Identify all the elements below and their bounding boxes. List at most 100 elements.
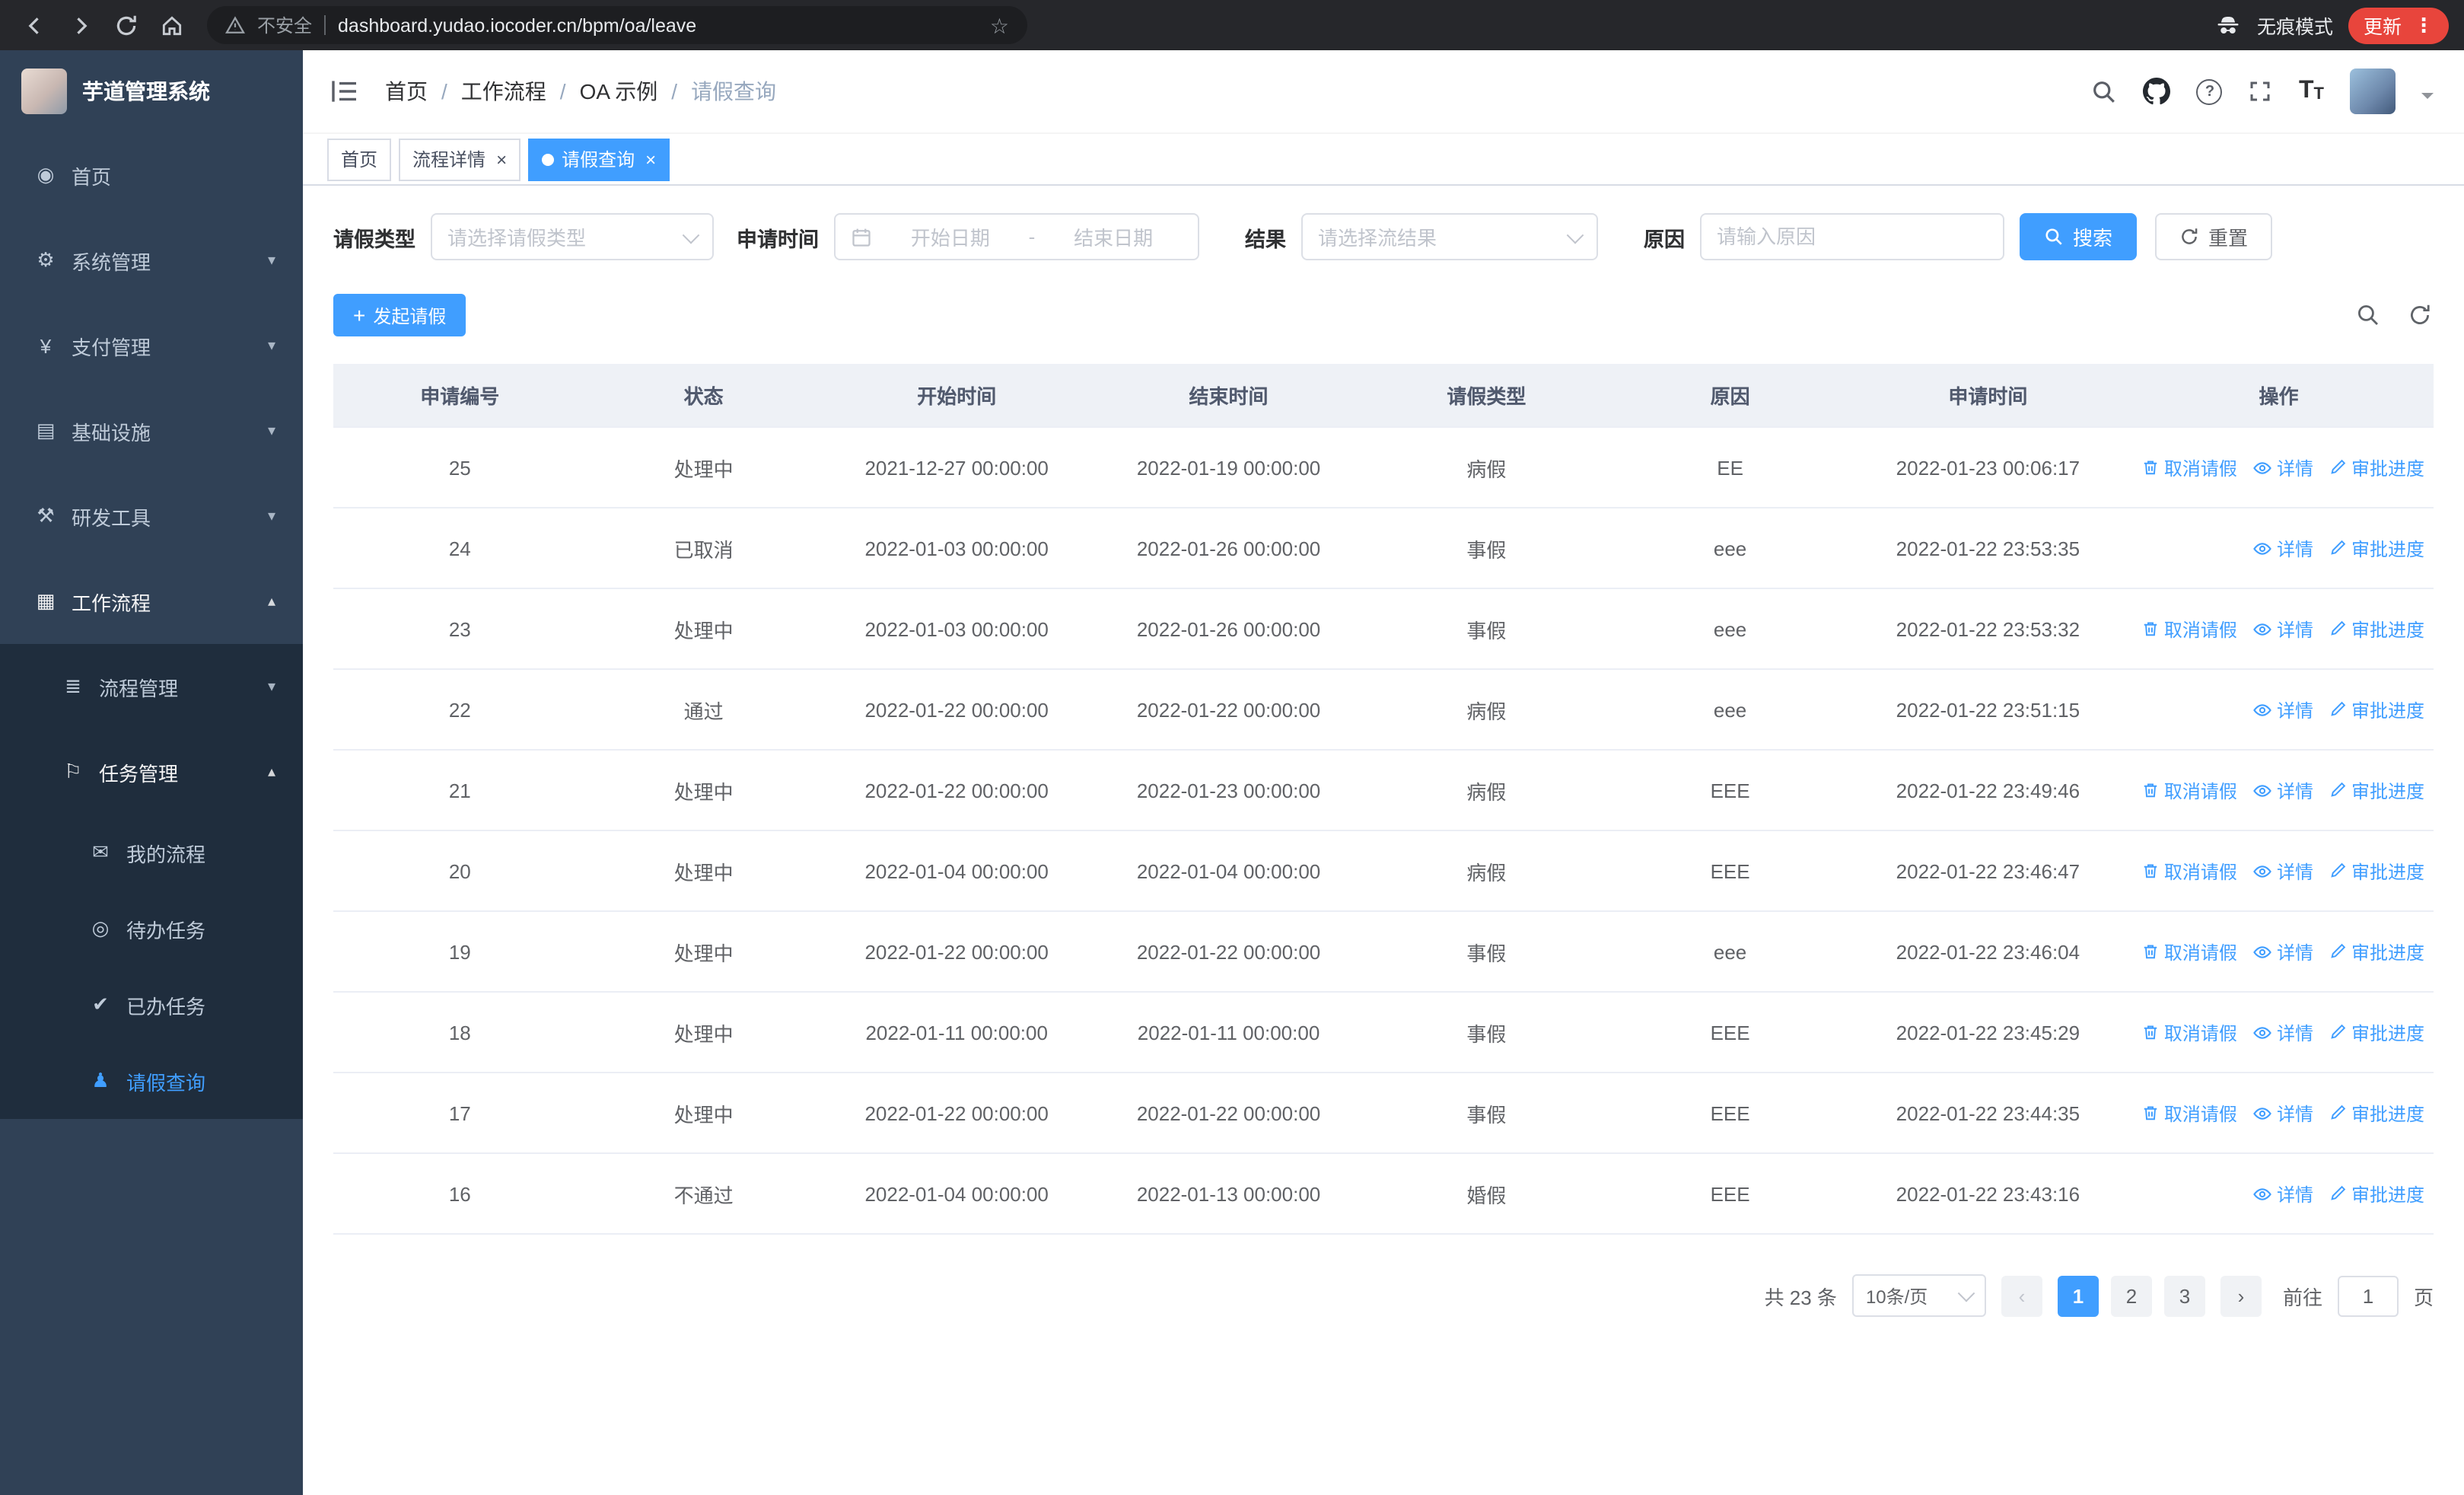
help-icon[interactable]: ?	[2196, 78, 2223, 104]
detail-link[interactable]: 详情	[2252, 616, 2313, 642]
cell-reason: EEE	[1608, 1073, 1852, 1154]
menu-item[interactable]: ◉ 首页	[0, 132, 303, 218]
collapse-sidebar-button[interactable]	[327, 75, 361, 108]
menu-item[interactable]: ▦ 工作流程 ▴	[0, 559, 303, 644]
progress-link[interactable]: 审批进度	[2329, 939, 2424, 964]
tab-close-icon[interactable]: ×	[496, 150, 507, 168]
menu-label: 基础设施	[72, 421, 151, 444]
menu-item[interactable]: ♟ 请假查询	[0, 1043, 303, 1119]
breadcrumb-item[interactable]: 请假查询 /	[691, 76, 776, 107]
progress-link[interactable]: 审批进度	[2329, 696, 2424, 722]
update-label: 更新	[2363, 17, 2402, 38]
progress-link[interactable]: 审批进度	[2329, 1019, 2424, 1045]
reload-button[interactable]	[107, 5, 146, 45]
breadcrumb-separator: /	[441, 79, 447, 104]
breadcrumb-separator: /	[559, 79, 566, 104]
cancel-leave-link[interactable]: 取消请假	[2141, 616, 2237, 642]
tab[interactable]: 请假查询 ×	[528, 138, 670, 180]
menu-item[interactable]: ◎ 待办任务	[0, 891, 303, 967]
page-button[interactable]: 3	[2163, 1275, 2205, 1316]
forward-button[interactable]	[61, 5, 100, 45]
detail-link[interactable]: 详情	[2252, 1181, 2313, 1207]
cell-leave-type: 病假	[1364, 830, 1609, 912]
prev-page-button[interactable]: ‹	[2001, 1275, 2042, 1316]
cancel-leave-link[interactable]: 取消请假	[2141, 858, 2237, 884]
cancel-leave-link[interactable]: 取消请假	[2141, 1100, 2237, 1126]
toggle-search-icon[interactable]	[2354, 301, 2382, 329]
menu-item[interactable]: ▤ 基础设施 ▾	[0, 388, 303, 473]
detail-link[interactable]: 详情	[2252, 696, 2313, 722]
bookmark-star-icon[interactable]: ☆	[990, 14, 1009, 36]
progress-link[interactable]: 审批进度	[2329, 1100, 2424, 1126]
goto-page-input[interactable]	[2337, 1275, 2399, 1316]
tab[interactable]: 流程详情 ×	[399, 138, 521, 180]
tab[interactable]: 首页	[327, 138, 392, 180]
progress-link[interactable]: 审批进度	[2329, 616, 2424, 642]
progress-link[interactable]: 审批进度	[2329, 535, 2424, 561]
avatar[interactable]	[2350, 69, 2396, 114]
reset-button[interactable]: 重置	[2155, 213, 2273, 260]
cell-reason: eee	[1608, 588, 1852, 670]
cell-apply-time: 2022-01-22 23:45:29	[1851, 992, 2125, 1073]
detail-link[interactable]: 详情	[2252, 858, 2313, 884]
menu-item[interactable]: ⚐ 任务管理 ▴	[0, 729, 303, 814]
result-select[interactable]: 请选择流结果	[1301, 213, 1598, 260]
table-row: 17 处理中 2022-01-22 00:00:00 2022-01-22 00…	[333, 1073, 2434, 1154]
menu-label: 已办任务	[126, 995, 206, 1018]
detail-link[interactable]: 详情	[2252, 777, 2313, 803]
home-button[interactable]	[152, 5, 192, 45]
trash-icon	[2144, 945, 2157, 959]
detail-link[interactable]: 详情	[2252, 939, 2313, 964]
refresh-table-icon[interactable]	[2406, 301, 2434, 329]
detail-link[interactable]: 详情	[2252, 1100, 2313, 1126]
column-header-end-time: 结束时间	[1092, 364, 1365, 428]
update-menu-button[interactable]: 更新 ⋮	[2348, 7, 2449, 43]
cell-end-time: 2022-01-11 00:00:00	[1092, 992, 1365, 1073]
next-page-button[interactable]: ›	[2220, 1275, 2262, 1316]
page-button[interactable]: 1	[2057, 1275, 2099, 1316]
menu-item[interactable]: ≣ 流程管理 ▾	[0, 644, 303, 729]
cancel-leave-link[interactable]: 取消请假	[2141, 939, 2237, 964]
create-leave-button[interactable]: + 发起请假	[333, 294, 466, 336]
progress-link[interactable]: 审批进度	[2329, 858, 2424, 884]
cell-start-time: 2022-01-22 00:00:00	[820, 669, 1093, 751]
breadcrumb-item[interactable]: OA 示例 /	[580, 76, 692, 107]
menu-label: 流程管理	[99, 677, 179, 700]
address-bar[interactable]: 不安全 dashboard.yudao.iocoder.cn/bpm/oa/le…	[207, 6, 1027, 44]
progress-link[interactable]: 审批进度	[2329, 1181, 2424, 1207]
detail-link[interactable]: 详情	[2252, 454, 2313, 480]
search-icon[interactable]	[2092, 78, 2118, 104]
breadcrumb-item[interactable]: 首页 /	[385, 76, 461, 107]
back-icon	[28, 17, 39, 33]
menu-icon: ⚐	[64, 760, 82, 783]
leave-type-select[interactable]: 请选择请假类型	[431, 213, 714, 260]
search-button[interactable]: 搜索	[2020, 213, 2138, 260]
cell-apply-id: 20	[333, 830, 587, 912]
avatar-caret-icon[interactable]	[2421, 93, 2434, 105]
cancel-leave-link[interactable]: 取消请假	[2141, 777, 2237, 803]
menu-item[interactable]: ⚙ 系统管理 ▾	[0, 218, 303, 303]
github-icon[interactable]	[2143, 78, 2171, 105]
app-header: 首页 / 工作流程 / OA 示例 / 请假查询 ? T T	[303, 50, 2464, 134]
page-size-select[interactable]: 10条/页	[1851, 1274, 1986, 1317]
font-size-icon[interactable]: TT	[2299, 78, 2324, 104]
detail-link[interactable]: 详情	[2252, 535, 2313, 561]
chevron-down-icon	[1957, 1284, 1975, 1302]
menu-item[interactable]: ✉ 我的流程	[0, 814, 303, 891]
progress-link[interactable]: 审批进度	[2329, 777, 2424, 803]
page-button[interactable]: 2	[2110, 1275, 2152, 1316]
detail-link[interactable]: 详情	[2252, 1019, 2313, 1045]
back-button[interactable]	[15, 5, 55, 45]
reason-input[interactable]	[1700, 213, 2004, 260]
menu-item[interactable]: ⚒ 研发工具 ▾	[0, 473, 303, 559]
menu-item[interactable]: ✔ 已办任务	[0, 967, 303, 1043]
menu-item[interactable]: ¥ 支付管理 ▾	[0, 303, 303, 388]
fullscreen-icon[interactable]	[2249, 79, 2273, 104]
cancel-leave-link[interactable]: 取消请假	[2141, 1019, 2237, 1045]
tab-close-icon[interactable]: ×	[645, 150, 656, 168]
edit-pen-icon	[2331, 1105, 2346, 1120]
breadcrumb-item[interactable]: 工作流程 /	[461, 76, 580, 107]
apply-time-range-input[interactable]: 开始日期 - 结束日期	[834, 213, 1199, 260]
cancel-leave-link[interactable]: 取消请假	[2141, 454, 2237, 480]
progress-link[interactable]: 审批进度	[2329, 454, 2424, 480]
